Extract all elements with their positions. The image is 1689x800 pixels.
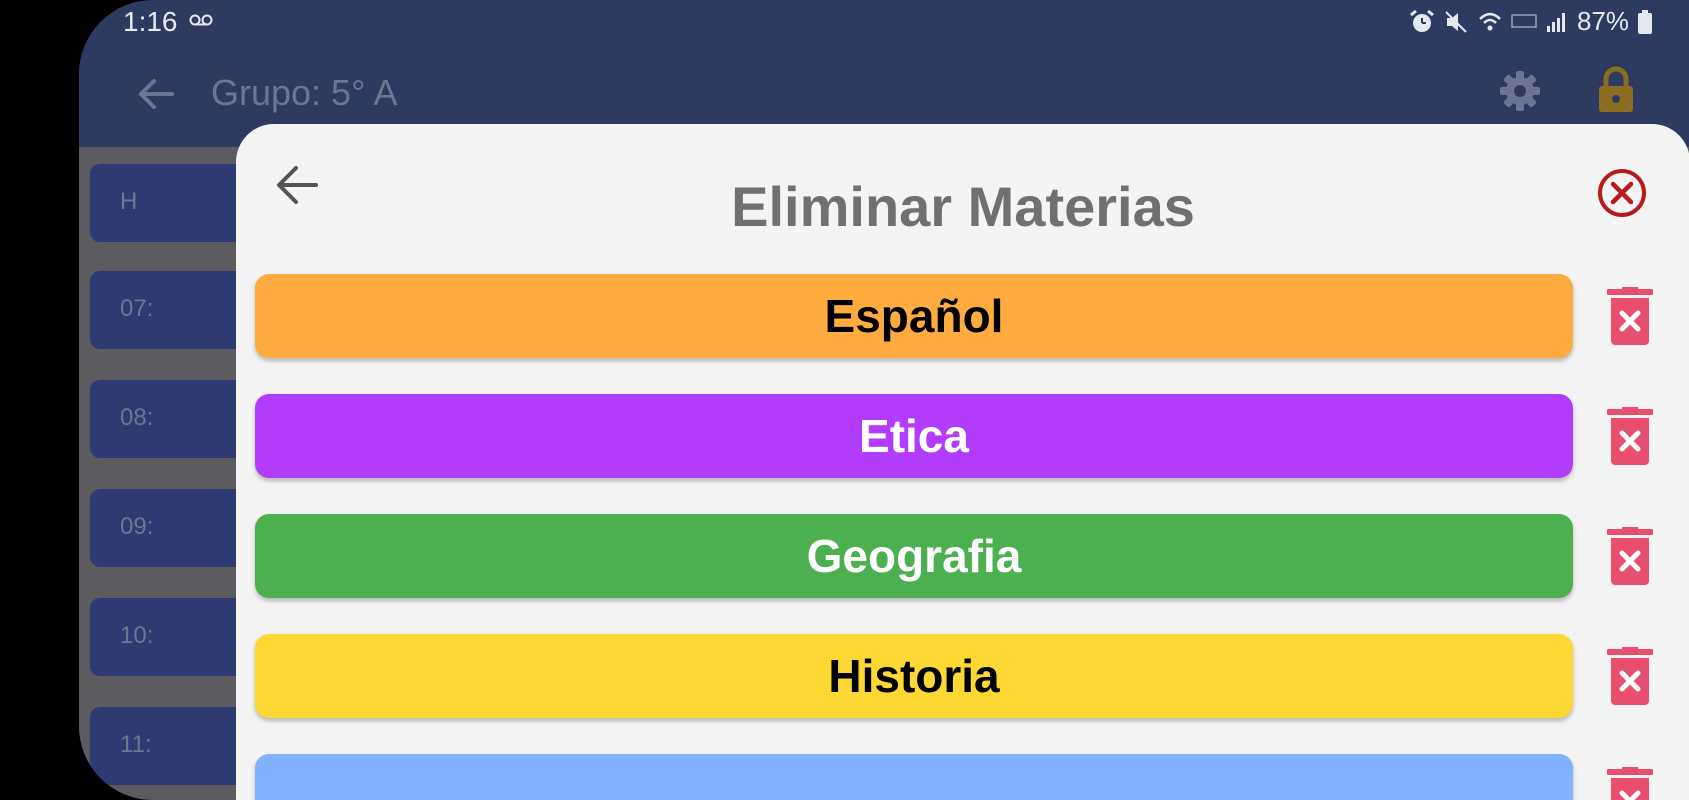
wifi-icon	[1477, 9, 1503, 35]
battery-icon	[1637, 9, 1653, 35]
volte-icon	[1511, 11, 1537, 33]
battery-percent: 87%	[1576, 6, 1629, 36]
delete-trash-icon[interactable]	[1607, 527, 1653, 590]
subject-row: Español	[255, 274, 1689, 358]
delete-trash-icon[interactable]	[1607, 647, 1653, 710]
close-icon[interactable]	[1596, 167, 1648, 224]
voicemail-icon	[189, 10, 213, 33]
gear-icon[interactable]	[1497, 68, 1543, 119]
status-icons: 87%	[1409, 6, 1653, 37]
signal-icon	[1545, 10, 1569, 34]
subject-row: Historia	[255, 634, 1689, 718]
delete-trash-icon[interactable]	[1607, 287, 1653, 350]
subject-button[interactable]: Geografia	[255, 514, 1573, 598]
status-bar: 1:16 87%	[79, 0, 1689, 50]
subject-row: Geografia	[255, 514, 1689, 598]
subject-button[interactable]: Etica	[255, 394, 1573, 478]
lock-icon[interactable]	[1597, 66, 1635, 119]
back-arrow-icon[interactable]	[134, 72, 178, 121]
delete-trash-icon[interactable]	[1607, 767, 1653, 800]
subject-button[interactable]: Historia	[255, 634, 1573, 718]
delete-subjects-dialog: Eliminar Materias Español Etica Geografi…	[236, 124, 1689, 800]
device-screen: 1:16 87% Grupo: 5° A H 07: 08: 09: 10: 1…	[79, 0, 1689, 800]
status-time: 1:16	[123, 6, 178, 37]
dialog-title: Eliminar Materias	[731, 175, 1195, 238]
alarm-icon	[1409, 9, 1435, 35]
delete-trash-icon[interactable]	[1607, 407, 1653, 470]
app-title: Grupo: 5° A	[211, 72, 398, 113]
subject-button[interactable]	[255, 754, 1573, 800]
mute-icon	[1443, 9, 1469, 35]
subject-button[interactable]: Español	[255, 274, 1573, 358]
subject-row: Etica	[255, 394, 1689, 478]
subject-row	[255, 754, 1689, 800]
